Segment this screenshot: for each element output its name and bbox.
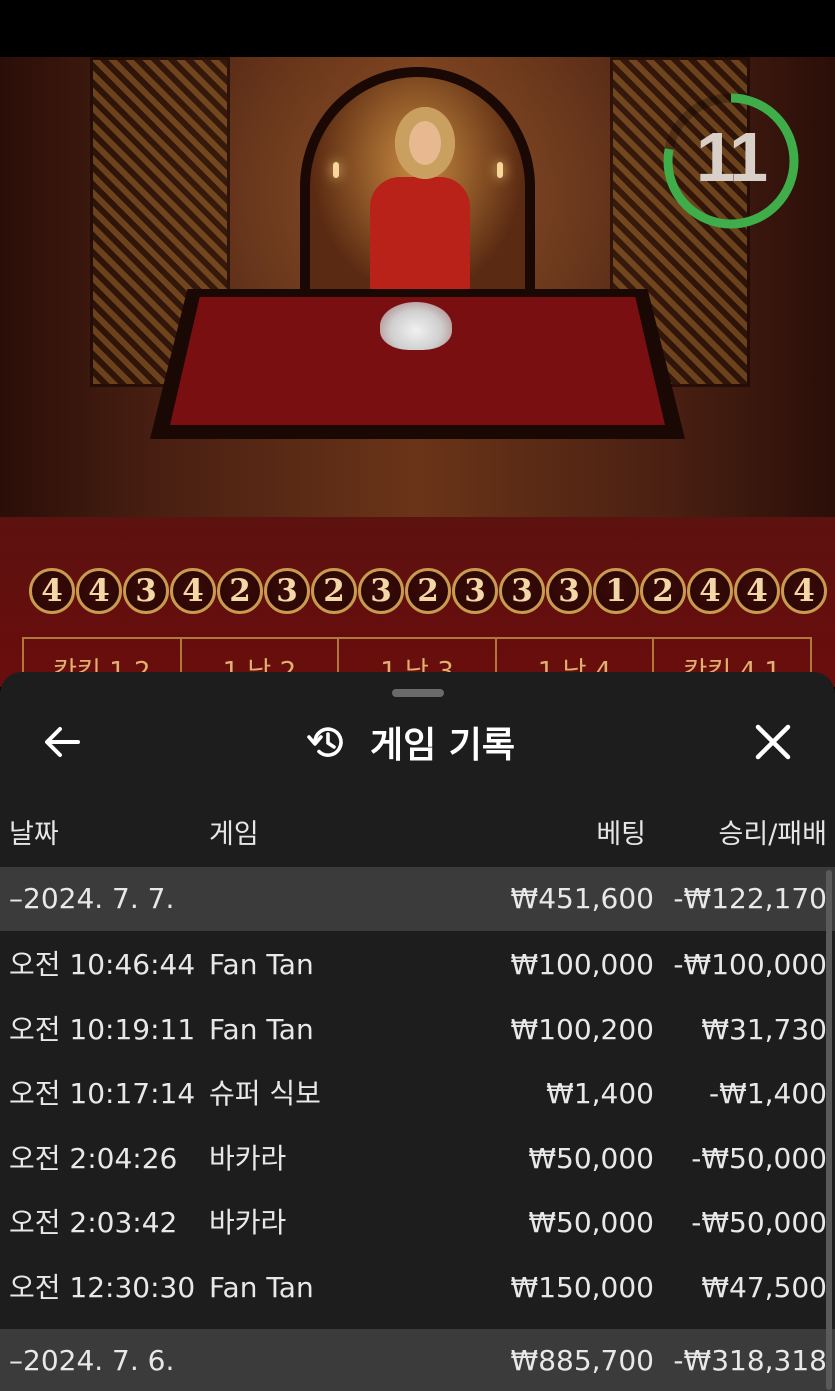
entry-bet: ₩1,400 bbox=[546, 1077, 654, 1111]
date-group-row[interactable]: –2024. 7. 6. ₩885,700 -₩318,318 bbox=[0, 1328, 835, 1391]
candle bbox=[333, 162, 339, 178]
dealer bbox=[370, 177, 470, 297]
bead-result: 4 bbox=[734, 568, 780, 614]
column-date: 날짜 bbox=[9, 819, 59, 850]
bead-result: 4 bbox=[170, 568, 216, 614]
entry-result: -₩50,000 bbox=[691, 1141, 827, 1175]
history-entry-row[interactable]: 오전 2:04:26 바카라 ₩50,000 -₩50,000 bbox=[0, 1127, 835, 1191]
history-icon bbox=[307, 727, 343, 757]
bead-result: 2 bbox=[640, 568, 686, 614]
bead-result: 3 bbox=[546, 568, 592, 614]
candle bbox=[497, 162, 503, 178]
bead-result: 3 bbox=[358, 568, 404, 614]
bead-result: 2 bbox=[405, 568, 451, 614]
date-group-label: –2024. 7. 6. bbox=[9, 1343, 175, 1377]
sheet-title-group: 게임 기록 bbox=[306, 718, 515, 766]
entry-time: 오전 2:04:26 bbox=[9, 1141, 178, 1175]
entry-game: Fan Tan bbox=[209, 1271, 314, 1304]
entry-game: 바카라 bbox=[209, 1141, 287, 1175]
entry-game: Fan Tan bbox=[209, 1012, 314, 1046]
entry-time: 오전 12:30:30 bbox=[9, 1271, 196, 1304]
entry-result: ₩47,500 bbox=[701, 1271, 827, 1304]
bead-result: 4 bbox=[781, 568, 827, 614]
sheet-title: 게임 기록 bbox=[370, 725, 516, 766]
arrow-left-icon bbox=[45, 727, 80, 757]
bead-result: 3 bbox=[499, 568, 545, 614]
entry-game: 슈퍼 식보 bbox=[209, 1077, 321, 1111]
column-game: 게임 bbox=[209, 819, 259, 850]
entry-result: -₩1,400 bbox=[709, 1077, 827, 1111]
bead-result: 4 bbox=[76, 568, 122, 614]
bead-result: 1 bbox=[593, 568, 639, 614]
bead-result: 2 bbox=[311, 568, 357, 614]
date-group-label: –2024. 7. 7. bbox=[9, 882, 175, 915]
entry-bet: ₩150,000 bbox=[510, 1271, 654, 1304]
status-bar bbox=[0, 0, 835, 57]
column-bet: 베팅 bbox=[596, 819, 646, 850]
close-button[interactable] bbox=[751, 720, 795, 764]
entry-bet: ₩50,000 bbox=[528, 1206, 654, 1240]
history-entry-row[interactable]: 오전 10:46:44 Fan Tan ₩100,000 -₩100,000 bbox=[0, 933, 835, 997]
dealer-head bbox=[395, 107, 455, 179]
bead-result: 3 bbox=[452, 568, 498, 614]
game-history-sheet: 게임 기록 날짜 게임 베팅 승리/패배 –2024. 7. 7. ₩451,60… bbox=[0, 672, 835, 1391]
entry-time: 오전 2:03:42 bbox=[9, 1206, 178, 1240]
date-bet-total: ₩885,700 bbox=[510, 1343, 654, 1377]
bead-result: 4 bbox=[29, 568, 75, 614]
entry-bet: ₩100,200 bbox=[510, 1012, 654, 1046]
entry-result: -₩100,000 bbox=[673, 948, 827, 981]
date-group-row[interactable]: –2024. 7. 7. ₩451,600 -₩122,170 bbox=[0, 867, 835, 931]
entry-result: ₩31,730 bbox=[701, 1012, 827, 1046]
column-win-loss: 승리/패배 bbox=[718, 819, 827, 850]
history-entry-row[interactable]: 오전 12:30:30 Fan Tan ₩150,000 ₩47,500 bbox=[0, 1256, 835, 1320]
bead-road: 44342323233312444 bbox=[28, 562, 835, 620]
scrollbar[interactable] bbox=[826, 870, 832, 1390]
history-entry-row[interactable]: 오전 10:19:11 Fan Tan ₩100,200 ₩31,730 bbox=[0, 998, 835, 1062]
entry-bet: ₩50,000 bbox=[528, 1141, 654, 1175]
history-table-header: 날짜 게임 베팅 승리/패배 bbox=[0, 812, 835, 866]
entry-time: 오전 10:46:44 bbox=[9, 948, 196, 981]
bead-result: 4 bbox=[687, 568, 733, 614]
bead-result: 2 bbox=[217, 568, 263, 614]
entry-time: 오전 10:19:11 bbox=[9, 1012, 196, 1046]
countdown-timer: 11 bbox=[696, 118, 768, 196]
entry-bet: ₩100,000 bbox=[510, 948, 654, 981]
entry-time: 오전 10:17:14 bbox=[9, 1077, 196, 1111]
history-entry-row[interactable]: 오전 2:03:42 바카라 ₩50,000 -₩50,000 bbox=[0, 1191, 835, 1255]
entry-result: -₩50,000 bbox=[691, 1206, 827, 1240]
date-bet-total: ₩451,600 bbox=[510, 882, 654, 915]
back-button[interactable] bbox=[40, 720, 84, 764]
entry-game: Fan Tan bbox=[209, 948, 314, 981]
close-icon bbox=[755, 724, 791, 760]
date-win-loss-total: -₩122,170 bbox=[673, 882, 827, 915]
live-video-stream: 11 44342323233312444 칸킨 1 21 낫 21 낫 31 낫… bbox=[0, 57, 835, 687]
drag-handle[interactable] bbox=[392, 689, 444, 697]
sheet-header: 게임 기록 bbox=[0, 712, 835, 772]
bead-result: 3 bbox=[123, 568, 169, 614]
date-win-loss-total: -₩318,318 bbox=[673, 1343, 827, 1377]
bead-dome bbox=[380, 302, 452, 350]
entry-game: 바카라 bbox=[209, 1206, 287, 1240]
bead-result: 3 bbox=[264, 568, 310, 614]
history-entry-row[interactable]: 오전 10:17:14 슈퍼 식보 ₩1,400 -₩1,400 bbox=[0, 1062, 835, 1126]
